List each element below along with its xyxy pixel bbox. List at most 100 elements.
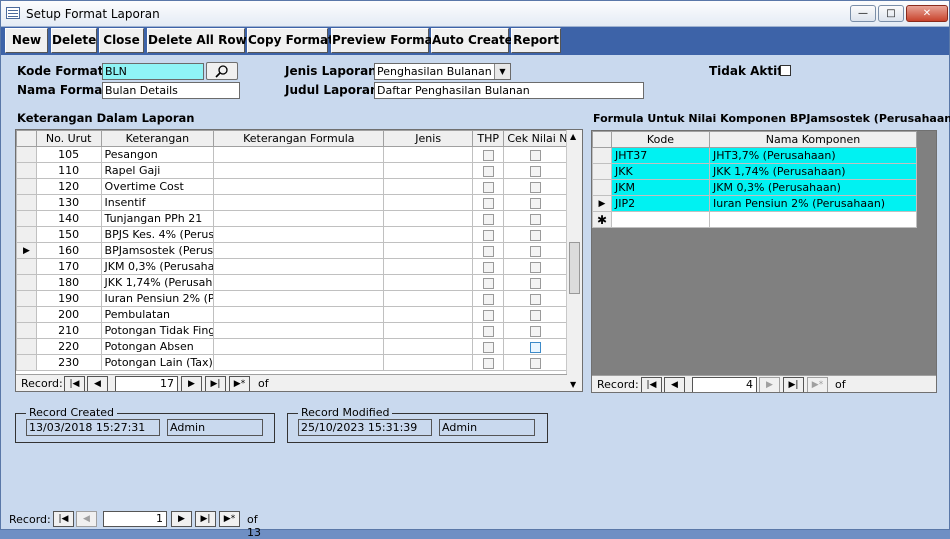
col-thp[interactable]: THP [472,130,505,147]
thp-checkbox[interactable] [482,261,494,273]
thp-checkbox[interactable] [482,325,494,337]
kode-cell[interactable]: JIP2 [611,195,710,212]
jenis-cell[interactable] [383,162,474,179]
next-record-icon[interactable]: ▶ [181,376,202,391]
keterangan-formula-cell[interactable] [213,274,385,291]
scroll-thumb[interactable] [569,242,580,294]
thp-cell[interactable] [472,290,505,307]
formula-current-record[interactable]: 4 [692,377,757,392]
row-selector[interactable] [16,354,37,371]
table-row[interactable]: 180JKK 1,74% (Perusahaan) [16,274,567,291]
row-selector[interactable] [16,258,37,275]
cek-nilai-nol-checkbox[interactable] [529,197,541,209]
nama-komponen-cell[interactable]: JKM 0,3% (Perusahaan) [709,179,917,196]
thp-cell[interactable] [472,258,505,275]
keterangan-cell[interactable]: Pesangon [100,146,215,163]
cek-nilai-nol-cell[interactable] [503,258,567,275]
thp-checkbox[interactable] [482,181,494,193]
thp-cell[interactable] [472,226,505,243]
thp-cell[interactable] [472,146,505,163]
close-button[interactable]: Close [99,28,144,53]
jenis-cell[interactable] [383,274,474,291]
thp-cell[interactable] [472,274,505,291]
nama-komponen-cell[interactable]: JHT3,7% (Perusahaan) [709,147,917,164]
jenis-laporan-select[interactable]: Penghasilan Bulanan ▼ [374,63,511,80]
keterangan-cell[interactable]: BPJS Kes. 4% (Perusahaan [100,226,215,243]
thp-checkbox[interactable] [482,213,494,225]
thp-cell[interactable] [472,162,505,179]
new-record-icon[interactable]: ▶* [229,376,250,391]
col-keterangan-formula[interactable]: Keterangan Formula [213,130,385,147]
no-urut-cell[interactable]: 120 [35,178,102,195]
cek-nilai-nol-checkbox[interactable] [529,261,541,273]
no-urut-cell[interactable]: 105 [35,146,102,163]
table-row[interactable]: JKM JKM 0,3% (Perusahaan) [592,179,917,196]
cek-nilai-nol-checkbox[interactable] [529,213,541,225]
cek-nilai-nol-cell[interactable] [503,354,567,371]
keterangan-cell[interactable]: Insentif [100,194,215,211]
keterangan-formula-cell[interactable] [213,306,385,323]
new-record-icon[interactable]: ▶* [219,511,240,527]
new-nama-komponen-cell[interactable] [709,211,917,228]
row-selector[interactable]: ▶ [16,242,37,259]
thp-checkbox[interactable] [482,341,494,353]
keterangan-cell[interactable]: Overtime Cost [100,178,215,195]
thp-checkbox[interactable] [482,165,494,177]
cek-nilai-nol-checkbox[interactable] [529,149,541,161]
nama-komponen-cell[interactable]: JKK 1,74% (Perusahaan) [709,163,917,180]
jenis-cell[interactable] [383,178,474,195]
col-jenis[interactable]: Jenis [383,130,474,147]
keterangan-formula-cell[interactable] [213,226,385,243]
thp-cell[interactable] [472,338,505,355]
col-cek-nilai-nol[interactable]: Cek Nilai Nol [503,130,567,147]
cek-nilai-nol-cell[interactable] [503,290,567,307]
cek-nilai-nol-checkbox[interactable] [529,357,541,369]
next-record-icon[interactable]: ▶ [171,511,192,527]
cek-nilai-nol-cell[interactable] [503,210,567,227]
table-row[interactable]: 105 Pesangon [16,146,567,163]
first-record-icon[interactable]: |◀ [53,511,74,527]
table-row[interactable]: 150BPJS Kes. 4% (Perusahaan [16,226,567,243]
keterangan-formula-cell[interactable] [213,322,385,339]
col-keterangan[interactable]: Keterangan [100,130,215,147]
delete-all-row-button[interactable]: Delete All Row [147,28,247,53]
cek-nilai-nol-checkbox[interactable] [529,309,541,321]
row-selector[interactable] [16,194,37,211]
jenis-cell[interactable] [383,226,474,243]
keterangan-formula-cell[interactable] [213,178,385,195]
cek-nilai-nol-checkbox[interactable] [529,181,541,193]
row-selector[interactable] [592,179,612,196]
search-button[interactable] [206,62,238,80]
cek-nilai-nol-checkbox[interactable] [529,277,541,289]
no-urut-cell[interactable]: 150 [35,226,102,243]
row-selector[interactable] [16,322,37,339]
thp-cell[interactable] [472,306,505,323]
thp-cell[interactable] [472,194,505,211]
col-no-urut[interactable]: No. Urut [35,130,102,147]
row-selector[interactable]: ▶ [592,195,612,212]
no-urut-cell[interactable]: 220 [35,338,102,355]
jenis-cell[interactable] [383,354,474,371]
thp-cell[interactable] [472,178,505,195]
no-urut-cell[interactable]: 160 [35,242,102,259]
cek-nilai-nol-checkbox[interactable] [529,245,541,257]
table-row[interactable]: 190Iuran Pensiun 2% (Perusaha [16,290,567,307]
cek-nilai-nol-checkbox[interactable] [529,293,541,305]
keterangan-cell[interactable]: Iuran Pensiun 2% (Perusaha [100,290,215,307]
scroll-down-icon[interactable]: ▼ [570,380,576,389]
no-urut-cell[interactable]: 180 [35,274,102,291]
keterangan-cell[interactable]: JKK 1,74% (Perusahaan) [100,274,215,291]
prev-record-icon[interactable]: ◀ [87,376,108,391]
close-window-button[interactable]: ✕ [906,5,948,22]
scroll-up-icon[interactable]: ▲ [570,132,576,141]
thp-checkbox[interactable] [482,245,494,257]
row-selector[interactable] [16,338,37,355]
row-selector[interactable] [16,274,37,291]
cek-nilai-nol-cell[interactable] [503,146,567,163]
main-current-record[interactable]: 1 [103,511,167,527]
last-record-icon[interactable]: ▶| [205,376,226,391]
thp-checkbox[interactable] [482,149,494,161]
cek-nilai-nol-cell[interactable] [503,178,567,195]
cek-nilai-nol-cell[interactable] [503,242,567,259]
thp-cell[interactable] [472,322,505,339]
